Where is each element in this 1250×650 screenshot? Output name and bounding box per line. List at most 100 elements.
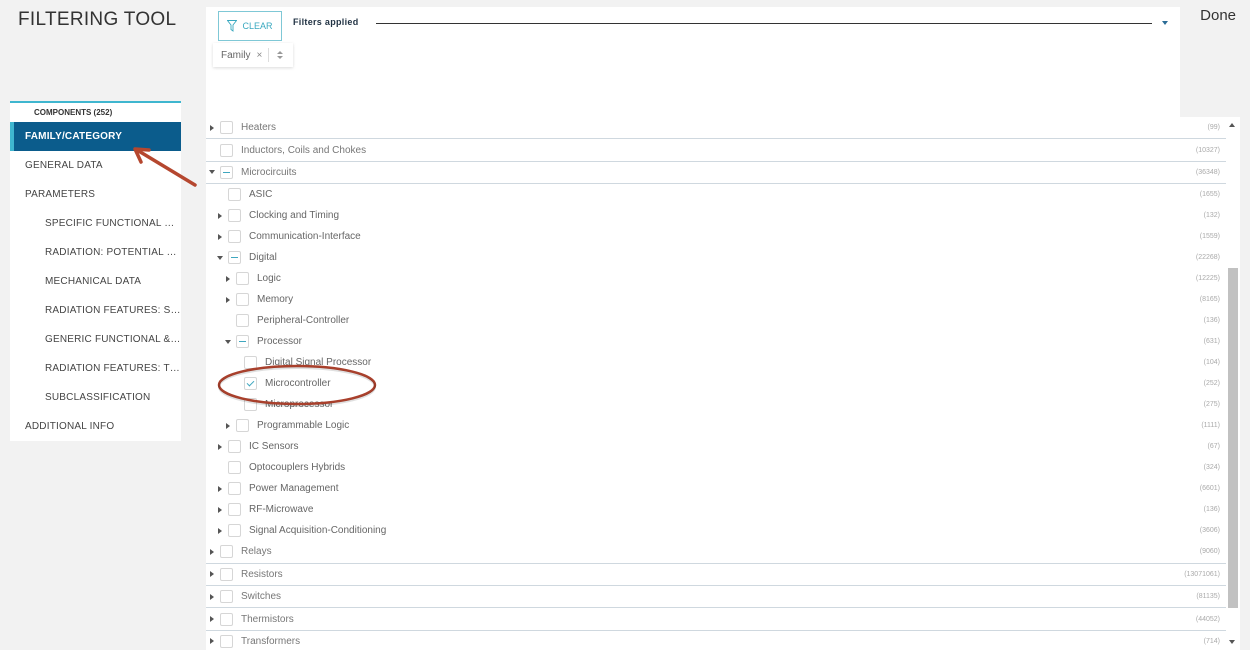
sort-stepper-icon[interactable] [275,48,285,62]
sidebar-item[interactable]: RADIATION FEATURES: TID ... [10,354,181,383]
tree-row-label[interactable]: Switches [241,591,281,602]
close-icon[interactable]: × [256,50,262,61]
checkbox[interactable] [220,612,233,626]
tree-row-label[interactable]: ASIC [249,189,272,200]
caret-right-icon[interactable] [206,571,218,578]
sidebar-item-label: FAMILY/CATEGORY [25,131,123,142]
caret-right-icon[interactable] [214,233,226,240]
checkbox-partial[interactable] [220,165,233,179]
tree-row-label[interactable]: Communication-Interface [249,231,361,242]
caret-right-icon[interactable] [214,527,226,534]
checkbox[interactable] [220,590,233,604]
checkbox[interactable] [220,121,233,135]
sidebar-item[interactable]: GENERIC FUNCTIONAL & E... [10,325,181,354]
clear-filters-button[interactable]: CLEAR [218,11,282,41]
caret-right-icon[interactable] [206,124,218,131]
filters-panel: CLEAR Filters applied Family × [206,7,1180,117]
tree-row-label[interactable]: Relays [241,546,272,557]
scroll-down-icon[interactable] [1229,640,1235,644]
tree-row-label[interactable]: Microprocessor [265,399,333,410]
checkbox[interactable] [228,188,241,202]
checkbox[interactable] [228,230,241,244]
caret-right-icon[interactable] [206,593,218,600]
checkbox[interactable] [236,314,249,328]
tree-row-label[interactable]: Digital [249,252,277,263]
caret-right-icon[interactable] [206,616,218,623]
tree-row-label[interactable]: Optocouplers Hybrids [249,462,345,473]
caret-right-icon[interactable] [222,275,234,282]
checkbox[interactable] [236,419,249,433]
checkbox-partial[interactable] [236,335,249,349]
tree-row-label[interactable]: Power Management [249,483,339,494]
checkbox[interactable] [220,545,233,559]
caret-right-icon[interactable] [214,485,226,492]
checkbox-partial[interactable] [228,251,241,265]
caret-right-icon[interactable] [214,443,226,450]
checkbox[interactable] [236,272,249,286]
caret-down-icon[interactable] [222,339,234,344]
tree-row-count: (1655) [1199,191,1220,199]
scrollbar-thumb[interactable] [1228,268,1238,608]
checkbox[interactable] [236,293,249,307]
caret-right-icon[interactable] [214,212,226,219]
checkbox[interactable] [228,524,241,538]
sidebar-item[interactable]: RADIATION FEATURES: SEE [10,296,181,325]
checkbox[interactable] [228,209,241,223]
tree-row-label[interactable]: Clocking and Timing [249,210,339,221]
sidebar: COMPONENTS (252) FAMILY/CATEGORY GENERAL … [10,101,181,441]
chevron-down-icon[interactable] [1162,21,1168,25]
tree-row-count: (1559) [1199,233,1220,241]
checkbox[interactable] [220,143,233,157]
checkbox[interactable] [244,398,257,412]
tree-row: Heaters (99) [206,117,1226,140]
checkbox[interactable] [244,356,257,370]
tree-row-label[interactable]: Inductors, Coils and Chokes [241,145,366,156]
tree-row-label[interactable]: Microcontroller [265,378,331,389]
caret-right-icon[interactable] [214,506,226,513]
checkbox[interactable] [220,634,233,648]
sidebar-item-label: PARAMETERS [25,189,96,200]
checkbox[interactable] [228,461,241,475]
tree-row-count: (67) [1207,443,1220,451]
tree-row-label[interactable]: Heaters [241,122,276,133]
sidebar-item[interactable]: RADIATION: POTENTIAL SE... [10,238,181,267]
tree-row: Optocouplers Hybrids (324) [206,457,1226,478]
tree-row-label[interactable]: Logic [257,273,281,284]
sidebar-item[interactable]: GENERAL DATA [10,151,181,180]
sidebar-item[interactable]: MECHANICAL DATA [10,267,181,296]
caret-down-icon[interactable] [214,255,226,260]
tree-row-label[interactable]: Thermistors [241,614,294,625]
checkbox[interactable] [220,567,233,581]
sidebar-item[interactable]: ADDITIONAL INFO [10,412,181,441]
caret-right-icon[interactable] [206,638,218,645]
tree-row-label[interactable]: IC Sensors [249,441,298,452]
filters-divider [376,23,1152,24]
tree-row-label[interactable]: Transformers [241,636,300,647]
sidebar-item[interactable]: SPECIFIC FUNCTIONAL & E... [10,209,181,238]
checkbox[interactable] [228,440,241,454]
sidebar-item[interactable]: SUBCLASSIFICATION [10,383,181,412]
checkbox[interactable] [228,482,241,496]
caret-right-icon[interactable] [206,548,218,555]
tree-row-label[interactable]: Peripheral-Controller [257,315,349,326]
tree-row-label[interactable]: Processor [257,336,302,347]
tree-row-label[interactable]: Resistors [241,569,283,580]
caret-right-icon[interactable] [222,296,234,303]
tree-row-label[interactable]: Memory [257,294,293,305]
checkbox-checked[interactable] [244,377,257,391]
tab-components[interactable]: COMPONENTS (252) [10,101,181,122]
tree-row-label[interactable]: Signal Acquisition-Conditioning [249,525,386,536]
scroll-up-icon[interactable] [1229,123,1235,127]
sidebar-item-label: RADIATION FEATURES: SEE [45,305,181,316]
tree-row-label[interactable]: Programmable Logic [257,420,349,431]
tree-row-label[interactable]: RF-Microwave [249,504,313,515]
tree-row: Relays (9060) [206,541,1226,564]
checkbox[interactable] [228,503,241,517]
tree-row-label[interactable]: Digital Signal Processor [265,357,371,368]
done-button[interactable]: Done [1200,7,1236,24]
sidebar-item[interactable]: PARAMETERS [10,180,181,209]
sidebar-item[interactable]: FAMILY/CATEGORY [10,122,181,151]
caret-down-icon[interactable] [206,170,218,175]
caret-right-icon[interactable] [222,422,234,429]
tree-row-label[interactable]: Microcircuits [241,167,297,178]
